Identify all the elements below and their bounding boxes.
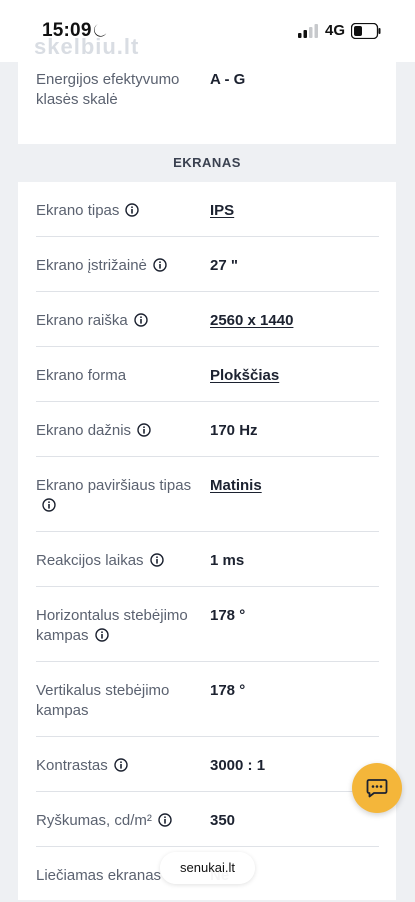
spec-label-text: Ryškumas, cd/m² [36, 812, 152, 829]
info-icon[interactable] [94, 628, 109, 642]
spec-label: Reakcijos laikas [36, 551, 196, 571]
spec-label-text: Horizontalus stebėjimo kampas [36, 607, 188, 644]
spec-label: Ekrano įstrižainė [36, 256, 196, 276]
info-icon[interactable] [137, 423, 151, 437]
spec-label: Vertikalus stebėjimo kampas [36, 681, 196, 721]
spec-row: Reakcijos laikas 1 ms [18, 532, 396, 587]
info-icon[interactable] [149, 553, 164, 567]
info-icon[interactable] [125, 203, 140, 217]
spec-value-link[interactable]: Plokščias [210, 366, 279, 386]
info-icon[interactable] [42, 498, 56, 512]
info-icon[interactable] [153, 258, 167, 272]
spec-value-link[interactable]: Matinis [210, 476, 262, 496]
spec-label: Ekrano paviršiaus tipas [36, 476, 196, 516]
spec-row: Vertikalus stebėjimo kampas 178 ° [18, 662, 396, 737]
spec-label-text: Ekrano paviršiaus tipas [36, 477, 192, 494]
spec-label: Kontrastas [36, 756, 196, 776]
info-icon[interactable] [134, 313, 148, 327]
spec-value: A - G [210, 71, 246, 88]
spec-label-text: Ekrano forma [36, 367, 127, 384]
spec-label: Ekrano tipas [36, 201, 196, 221]
spec-label: Energijos efektyvumo klasės skalė [36, 71, 180, 108]
spec-value: 178 ° [210, 682, 246, 699]
battery-icon [351, 23, 381, 39]
signal-icon [298, 24, 318, 38]
spec-row: Ekrano raiška 2560 x 1440 [18, 292, 396, 347]
watermark-logo: skelbiu.lt [34, 34, 140, 59]
section-header-ekranas: EKRANAS [18, 144, 396, 182]
spec-label: Ekrano forma [36, 366, 196, 386]
chat-bubble-icon [366, 779, 388, 798]
spec-row: Ekrano paviršiaus tipas Matinis [18, 457, 396, 532]
spec-label-text: Reakcijos laikas [36, 552, 144, 569]
specs-card: Energijos efektyvumo klasės skalė A - G … [18, 62, 396, 900]
info-icon[interactable] [158, 813, 172, 827]
spec-label-text: Ekrano tipas [36, 202, 120, 219]
spec-label-text: Ekrano raiška [36, 312, 128, 329]
spec-row: Ekrano įstrižainė 27 " [18, 237, 396, 292]
spec-label: Ekrano raiška [36, 311, 196, 331]
spec-value: 170 Hz [210, 422, 258, 439]
spec-row: Ekrano dažnis 170 Hz [18, 402, 396, 457]
spec-value: 27 " [210, 257, 238, 274]
spec-label-text: Vertikalus stebėjimo kampas [36, 682, 170, 719]
spec-label-text: Ekrano įstrižainė [36, 257, 147, 274]
chat-button[interactable] [352, 763, 402, 813]
spec-value: 178 ° [210, 607, 246, 624]
spec-row: Ryškumas, cd/m² 350 [18, 792, 396, 847]
spec-label: Ryškumas, cd/m² [36, 811, 196, 831]
info-icon[interactable] [114, 758, 128, 772]
spec-label-text: Kontrastas [36, 757, 108, 774]
spec-row: Ekrano forma Plokščias [18, 347, 396, 402]
status-bar: 15:09 skelbiu.lt 4G [0, 0, 415, 62]
spec-label-text: Liečiamas ekranas [36, 867, 162, 884]
spec-row: Kontrastas 3000 : 1 [18, 737, 396, 792]
spec-label-text: Ekrano dažnis [36, 422, 132, 439]
spec-value-link[interactable]: IPS [210, 201, 234, 221]
spec-value: 350 [210, 812, 236, 829]
site-url-pill[interactable]: senukai.lt [160, 852, 255, 884]
spec-value-link[interactable]: 2560 x 1440 [210, 311, 293, 331]
spec-row: Ekrano tipas IPS [18, 182, 396, 237]
network-type: 4G [325, 22, 346, 39]
spec-row: Horizontalus stebėjimo kampas 178 ° [18, 587, 396, 662]
spec-label: Ekrano dažnis [36, 421, 196, 441]
spec-value: 1 ms [210, 552, 245, 569]
spec-value: 3000 : 1 [210, 757, 266, 774]
spec-row-energy-scale: Energijos efektyvumo klasės skalė A - G [18, 62, 396, 144]
spec-label: Horizontalus stebėjimo kampas [36, 606, 196, 646]
